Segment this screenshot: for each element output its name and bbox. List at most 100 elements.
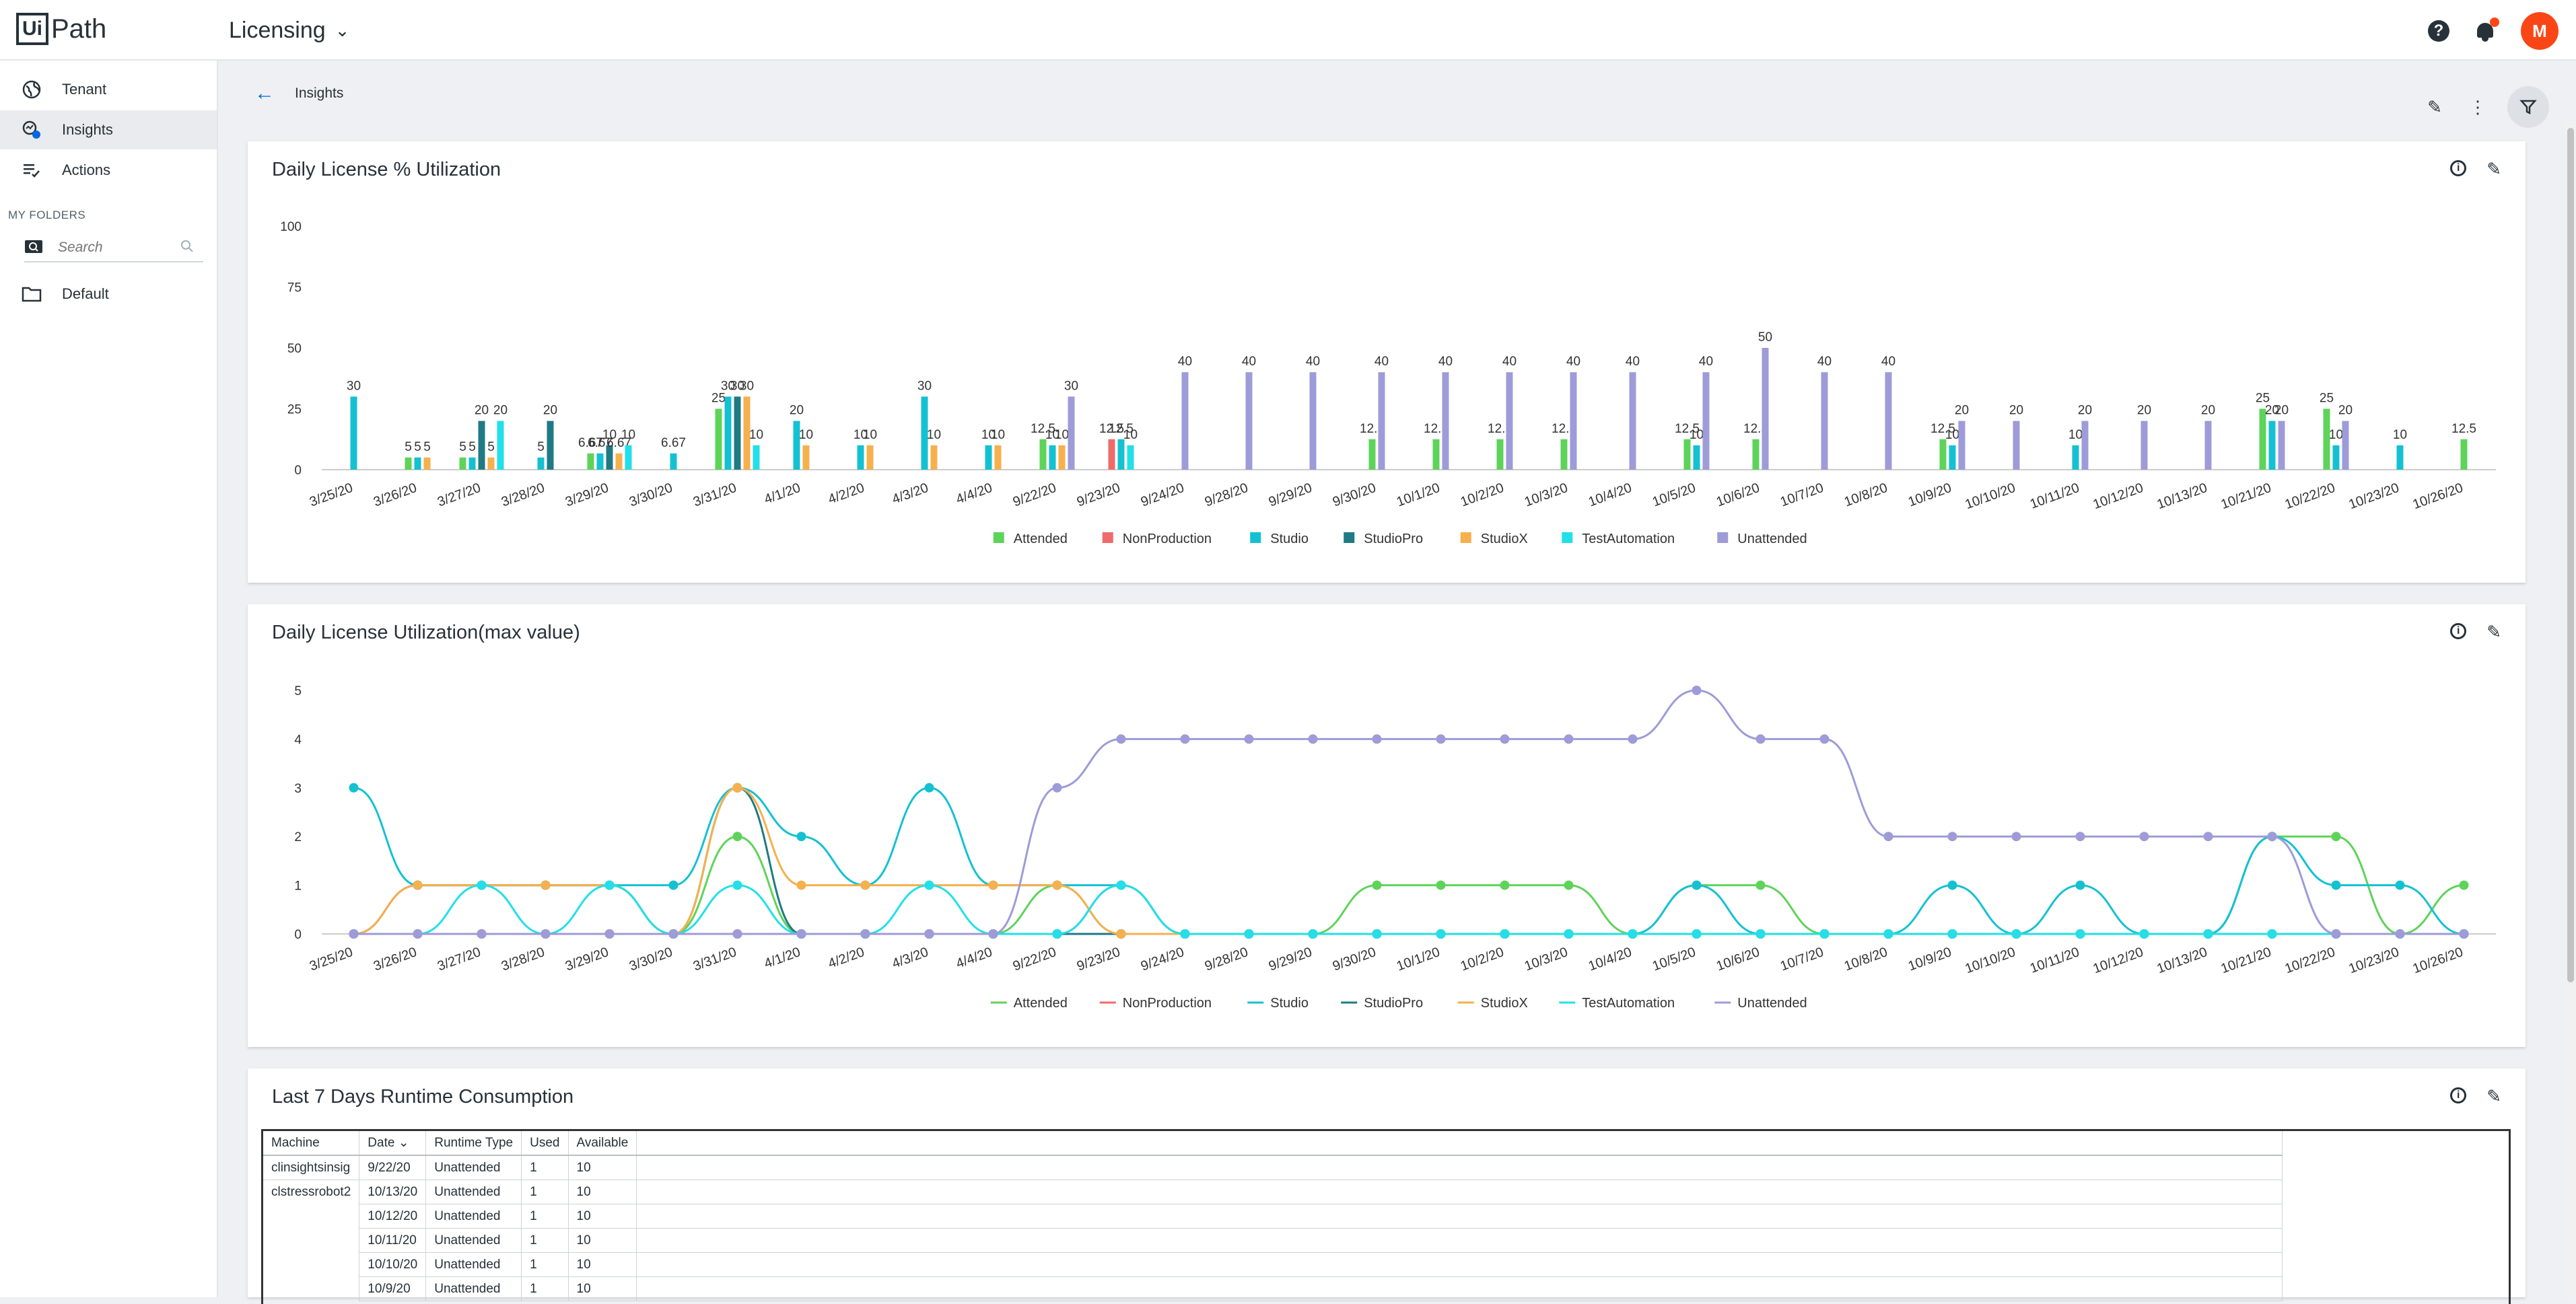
avatar[interactable]: M xyxy=(2521,12,2558,50)
data-point xyxy=(1947,929,1957,939)
insights-icon xyxy=(22,120,42,140)
bar xyxy=(587,453,594,470)
x-tick-label: 10/13/20 xyxy=(2155,945,2210,976)
legend-label: Studio xyxy=(1270,532,1309,546)
sidebar-item-insights[interactable]: Insights xyxy=(0,110,217,149)
folder-item-default[interactable]: Default xyxy=(0,275,217,314)
table-cell: 10 xyxy=(568,1155,637,1180)
table-cell: 10 xyxy=(568,1228,637,1253)
more-options-icon[interactable]: ⋮ xyxy=(2464,94,2491,120)
y-tick-label: 100 xyxy=(280,220,302,234)
table-cell: 10/13/20 xyxy=(359,1180,427,1204)
table-filler-cell xyxy=(636,1276,2283,1301)
x-tick-label: 10/11/20 xyxy=(2028,480,2081,512)
x-tick-label: 9/24/20 xyxy=(1139,480,1186,509)
table-cell: clinsightsinsig xyxy=(263,1155,360,1180)
data-point xyxy=(477,929,487,939)
bar xyxy=(1245,372,1253,470)
bar-data-label: 6.67 xyxy=(661,436,686,450)
table-cell: 1 xyxy=(521,1204,569,1229)
bar-data-label: 40 xyxy=(1374,355,1389,369)
back-arrow-icon[interactable]: ← xyxy=(254,82,275,105)
legend-label: NonProduction xyxy=(1123,532,1212,546)
x-tick-label: 3/31/20 xyxy=(691,945,738,974)
x-tick-label: 4/4/20 xyxy=(954,480,994,507)
bar xyxy=(2072,445,2079,470)
column-header[interactable]: Runtime Type xyxy=(425,1131,522,1156)
table-cell: 10 xyxy=(568,1180,637,1204)
table-row: clinsightsinsig 9/22/20 Unattended 1 10 xyxy=(263,1155,2283,1180)
sidebar-item-tenant[interactable]: Tenant xyxy=(0,70,217,109)
bar-data-label: 10 xyxy=(1123,428,1138,442)
bar-data-label: 40 xyxy=(1817,355,1832,369)
table-cell: 9/22/20 xyxy=(359,1155,427,1180)
edit-dashboard-pencil-icon[interactable]: ✎ xyxy=(2421,94,2448,120)
x-tick-label: 10/5/20 xyxy=(1650,945,1698,974)
edit-pencil-icon[interactable]: ✎ xyxy=(2486,1087,2501,1105)
data-point xyxy=(1052,783,1062,793)
app-switcher[interactable]: Licensing ⌄ xyxy=(229,17,349,44)
notification-bell-icon[interactable] xyxy=(2474,17,2499,43)
data-point xyxy=(668,929,678,939)
notification-dot xyxy=(2490,17,2499,27)
data-point xyxy=(1883,832,1893,842)
bar-data-label: 10 xyxy=(799,428,813,442)
data-point xyxy=(1116,734,1126,744)
scrollbar-thumb[interactable] xyxy=(2567,128,2574,982)
x-tick-label: 9/28/20 xyxy=(1203,480,1250,509)
x-tick-label: 10/1/20 xyxy=(1395,480,1442,509)
data-point xyxy=(2139,832,2149,842)
bar xyxy=(1117,439,1125,470)
x-tick-label: 10/12/20 xyxy=(2091,945,2146,976)
x-tick-label: 3/27/20 xyxy=(436,480,483,509)
y-tick-label: 25 xyxy=(287,403,302,417)
x-tick-label: 10/26/20 xyxy=(2411,480,2466,512)
table-cell: 10/11/20 xyxy=(359,1228,427,1253)
table-cell: 10/9/20 xyxy=(359,1276,427,1301)
info-icon[interactable]: i xyxy=(2450,1087,2467,1103)
data-point xyxy=(1692,686,1702,695)
data-point xyxy=(1947,880,1957,890)
search-icon[interactable] xyxy=(180,240,194,256)
column-header[interactable]: Available xyxy=(568,1131,637,1156)
page-scrollbar[interactable] xyxy=(2565,121,2576,1297)
data-point xyxy=(668,880,678,890)
bar-data-label: 10 xyxy=(927,428,941,442)
filter-button[interactable] xyxy=(2507,86,2549,128)
folder-search-input[interactable] xyxy=(57,239,180,256)
column-header[interactable]: Machine xyxy=(263,1131,360,1156)
bar xyxy=(2278,421,2285,470)
column-header[interactable]: Used xyxy=(521,1131,569,1156)
table-cell: 1 xyxy=(521,1252,569,1277)
x-tick-label: 9/24/20 xyxy=(1139,945,1186,974)
legend-label: StudioX xyxy=(1481,996,1528,1011)
bar-data-label: 20 xyxy=(1955,404,1969,418)
x-tick-label: 3/26/20 xyxy=(372,480,419,509)
bar xyxy=(2013,421,2020,470)
uipath-logo[interactable]: Ui Path xyxy=(16,11,106,47)
table-cell xyxy=(263,1276,360,1301)
runtime-table: Machine Date ⌄ Runtime Type Used Available c… xyxy=(263,1131,2283,1301)
data-point xyxy=(2331,880,2341,890)
bar xyxy=(350,396,357,470)
legend-label: StudioPro xyxy=(1364,532,1423,546)
app-title: Licensing xyxy=(229,17,326,43)
legend-swatch xyxy=(1250,532,1261,543)
sidebar-item-actions[interactable]: Actions xyxy=(0,151,217,190)
column-header[interactable]: Date ⌄ xyxy=(359,1131,427,1156)
bar xyxy=(547,421,554,470)
bar-data-label: 10 xyxy=(1690,428,1704,442)
x-tick-label: 10/23/20 xyxy=(2347,945,2402,976)
bar xyxy=(930,445,938,470)
x-tick-label: 10/2/20 xyxy=(1459,480,1506,509)
data-point xyxy=(924,929,934,939)
legend-swatch xyxy=(1562,532,1573,543)
bar-data-label: 30 xyxy=(740,379,754,393)
bar xyxy=(1378,372,1385,470)
help-icon[interactable]: ? xyxy=(2428,20,2449,42)
bar-data-label: 5 xyxy=(414,440,421,454)
table-cell: 1 xyxy=(521,1155,569,1180)
bar xyxy=(2342,421,2349,470)
data-point xyxy=(2011,832,2021,842)
table-filler xyxy=(636,1131,2283,1156)
